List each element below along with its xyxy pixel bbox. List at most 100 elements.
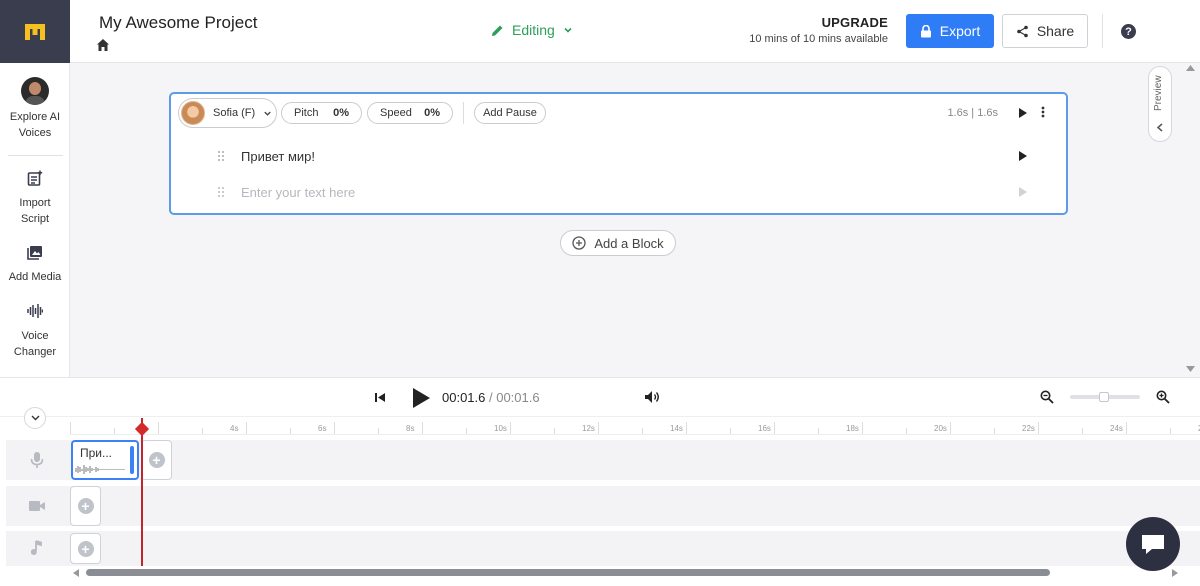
plus-circle-icon [572, 236, 586, 250]
horizontal-scrollbar[interactable] [86, 569, 1050, 576]
drag-handle-icon[interactable] [217, 150, 225, 162]
ruler-tick [378, 428, 379, 434]
clip-resize-handle[interactable] [130, 446, 134, 474]
upgrade-link[interactable]: UPGRADE [749, 15, 888, 30]
plus-icon: + [77, 498, 94, 514]
divider [463, 102, 464, 124]
sidebar-item-label: Import [19, 197, 51, 209]
add-music-button[interactable]: + [70, 533, 101, 564]
add-pause-button[interactable]: Add Pause [474, 102, 546, 124]
play-icon[interactable] [411, 387, 431, 409]
logo-icon [25, 23, 45, 40]
play-line-icon[interactable] [1019, 187, 1027, 197]
playhead[interactable] [141, 418, 143, 566]
scroll-down-icon[interactable] [1186, 366, 1195, 372]
editing-mode-dropdown[interactable]: Editing [491, 22, 573, 38]
skip-back-icon[interactable] [374, 392, 386, 403]
project-title[interactable]: My Awesome Project [99, 13, 257, 33]
play-line-icon[interactable] [1019, 151, 1027, 161]
voice-selector[interactable]: Sofia (F) [178, 98, 277, 128]
more-options-icon[interactable] [1041, 106, 1045, 118]
ruler-tick [70, 422, 71, 434]
total-time: 00:01.6 [496, 390, 540, 405]
timeline-ruler[interactable]: 4s6s8s10s12s14s16s18s20s22s24s2 [70, 418, 1200, 435]
waveform-icon [75, 465, 125, 474]
music-note-icon [30, 540, 42, 555]
block-duration: 1.6s | 1.6s [947, 107, 998, 119]
voice-avatar-icon [21, 77, 49, 105]
ruler-tick [906, 428, 907, 434]
zoom-in-icon[interactable] [1156, 390, 1170, 404]
current-time: 00:01.6 [442, 390, 486, 405]
scroll-left-icon[interactable] [73, 569, 79, 577]
text-block[interactable]: Sofia (F) Pitch 0% Speed 0% Add Pause 1.… [169, 92, 1068, 215]
top-bar: My Awesome Project Editing UPGRADE 10 mi… [0, 0, 1200, 63]
script-line-placeholder[interactable]: Enter your text here [241, 185, 355, 200]
time-separator: / [485, 390, 497, 405]
ruler-tick [1170, 428, 1171, 434]
collapse-timeline-button[interactable] [24, 407, 46, 429]
chevron-down-icon [264, 111, 271, 116]
ruler-label: 8s [406, 424, 415, 433]
minutes-available: 10 mins of 10 mins available [749, 33, 888, 45]
ruler-tick [598, 422, 599, 434]
ruler-label: 20s [934, 424, 947, 433]
sidebar-item-voice-changer[interactable]: Voice Changer [0, 303, 70, 360]
ruler-tick [334, 422, 335, 434]
pencil-icon [492, 25, 503, 36]
sidebar-item-explore-voices[interactable]: Explore AI Voices [0, 77, 70, 141]
zoom-out-icon[interactable] [1040, 390, 1054, 404]
preview-label: Preview [1153, 75, 1164, 111]
share-icon [1017, 25, 1028, 37]
ruler-label: 14s [670, 424, 683, 433]
ruler-tick [158, 422, 159, 434]
ruler-label: 18s [846, 424, 859, 433]
plus-icon: + [77, 540, 94, 557]
add-block-button[interactable]: Add a Block [560, 230, 676, 256]
vertical-scrollbar[interactable] [1181, 63, 1200, 377]
chat-icon [1142, 535, 1164, 554]
add-audio-button[interactable]: + [141, 440, 172, 480]
home-icon[interactable] [96, 38, 110, 52]
upgrade-info[interactable]: UPGRADE 10 mins of 10 mins available [749, 15, 888, 45]
media-icon [27, 246, 42, 260]
sidebar-item-label: Voices [18, 127, 52, 139]
clip-label: При... [80, 446, 113, 460]
help-icon[interactable]: ? [1121, 24, 1136, 39]
sidebar-item-label: Changer [13, 346, 57, 358]
share-button[interactable]: Share [1002, 14, 1088, 48]
speed-value: 0% [424, 107, 440, 119]
ruler-tick [950, 422, 951, 434]
scroll-up-icon[interactable] [1186, 65, 1195, 71]
chevron-left-icon [1156, 123, 1163, 132]
editing-label: Editing [512, 22, 555, 38]
preview-toggle[interactable]: Preview [1148, 66, 1172, 142]
ruler-label: 6s [318, 424, 327, 433]
divider [1102, 14, 1103, 48]
drag-handle-icon[interactable] [217, 186, 225, 198]
pitch-control[interactable]: Pitch 0% [281, 102, 362, 124]
microphone-icon [30, 452, 44, 468]
ruler-tick [510, 422, 511, 434]
add-pause-label: Add Pause [483, 107, 537, 119]
sidebar-item-add-media[interactable]: Add Media [0, 244, 70, 285]
add-video-button[interactable]: + [70, 486, 101, 526]
ruler-tick [114, 428, 115, 434]
ruler-tick [818, 428, 819, 434]
zoom-slider[interactable] [1070, 392, 1140, 402]
speed-control[interactable]: Speed 0% [367, 102, 453, 124]
audio-clip[interactable]: При... [71, 440, 139, 480]
chevron-down-icon [564, 27, 572, 33]
sidebar-item-import-script[interactable]: Import Script [0, 170, 70, 227]
ruler-label: 22s [1022, 424, 1035, 433]
script-line[interactable]: Привет мир! [241, 149, 315, 164]
ruler-tick [422, 422, 423, 434]
scroll-right-icon[interactable] [1172, 569, 1178, 577]
app-logo[interactable] [0, 0, 70, 63]
volume-icon[interactable] [644, 390, 660, 404]
ruler-tick [202, 428, 203, 434]
play-block-icon[interactable] [1019, 108, 1027, 118]
export-button[interactable]: Export [906, 14, 994, 48]
chat-launcher[interactable] [1126, 517, 1180, 571]
zoom-slider-thumb[interactable] [1099, 392, 1109, 402]
